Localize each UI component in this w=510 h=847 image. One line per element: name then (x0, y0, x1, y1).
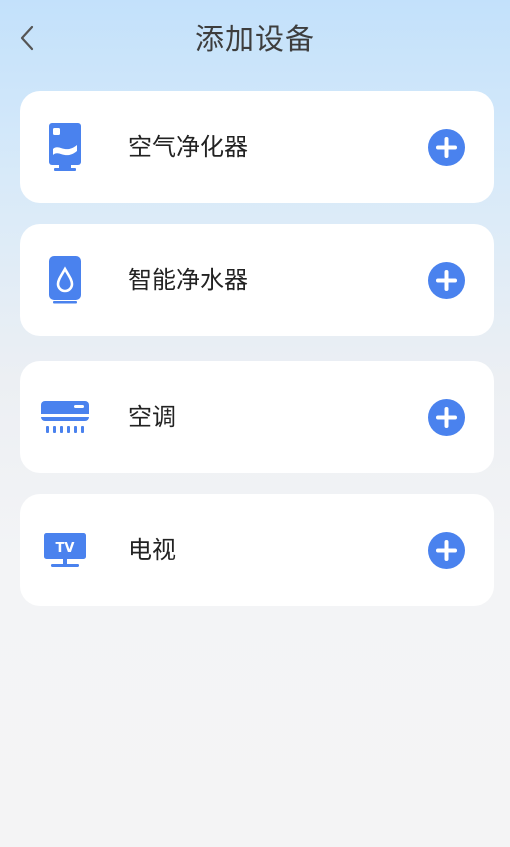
water-purifier-icon (40, 252, 90, 308)
plus-circle-icon[interactable] (428, 399, 465, 436)
device-card-air-conditioner[interactable]: 空调 (20, 361, 494, 473)
air-conditioner-icon (40, 389, 90, 445)
page-title: 添加设备 (194, 22, 315, 56)
app-header: 添加设备 (0, 0, 510, 76)
plus-circle-icon[interactable] (428, 129, 465, 166)
device-list: 空气净化器 智能净水器 空调 TV 电视 (20, 91, 494, 627)
device-card-tv[interactable]: TV 电视 (20, 494, 494, 606)
air-purifier-icon (40, 119, 90, 175)
device-card-air-purifier[interactable]: 空气净化器 (20, 91, 494, 203)
device-card-water-purifier[interactable]: 智能净水器 (20, 224, 494, 336)
device-name: 空调 (128, 403, 176, 431)
plus-circle-icon[interactable] (428, 532, 465, 569)
device-name: 电视 (128, 536, 176, 564)
svg-text:TV: TV (56, 541, 75, 556)
tv-icon: TV (40, 522, 90, 578)
device-name: 智能净水器 (128, 266, 248, 294)
plus-circle-icon[interactable] (428, 262, 465, 299)
device-name: 空气净化器 (128, 133, 248, 161)
